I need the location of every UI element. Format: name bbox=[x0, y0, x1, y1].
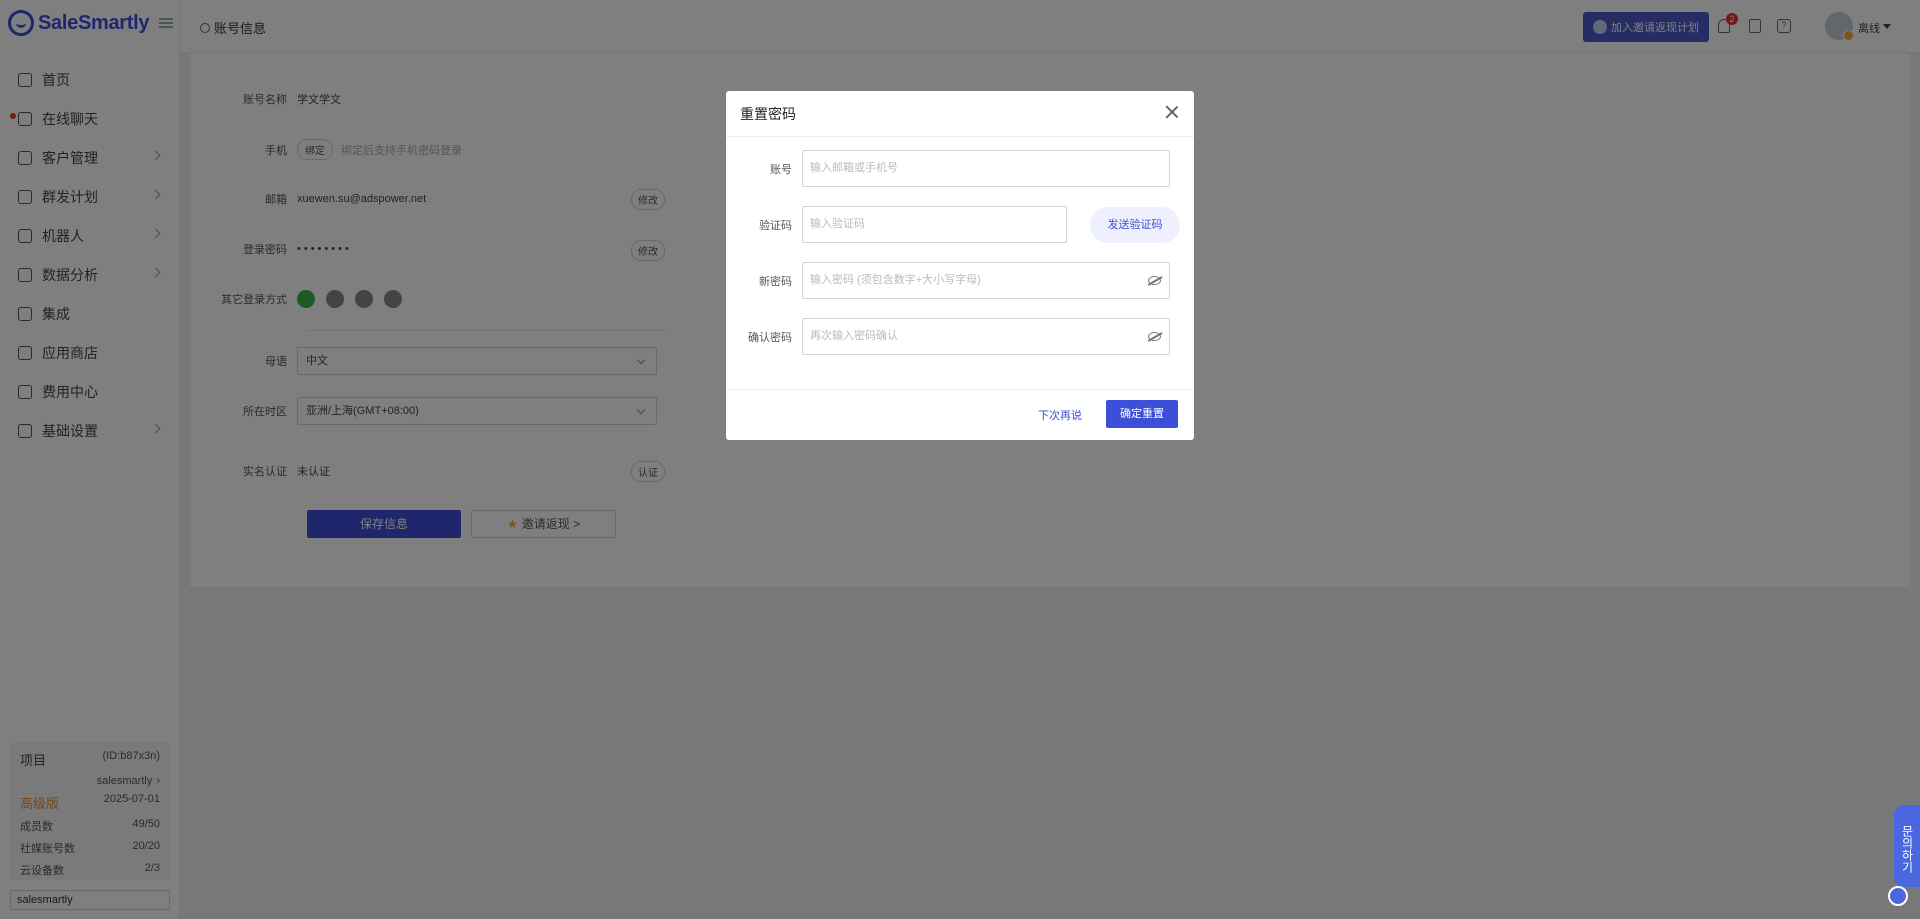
new-password-input[interactable]: 输入密码 (须包含数字+大小写字母) bbox=[802, 262, 1170, 299]
confirm-reset-button[interactable]: 确定重置 bbox=[1106, 400, 1178, 428]
account-label: 账号 bbox=[770, 163, 792, 176]
confirm-password-input[interactable]: 再次输入密码确认 bbox=[802, 318, 1170, 355]
eye-off-icon[interactable] bbox=[1148, 276, 1161, 285]
new-password-placeholder: 输入密码 (须包含数字+大小写字母) bbox=[810, 274, 981, 286]
modal-title: 重置密码 bbox=[740, 105, 796, 122]
later-button[interactable]: 下次再说 bbox=[1038, 407, 1082, 423]
code-label: 验证码 bbox=[759, 219, 792, 232]
modal-header: 重置密码 bbox=[726, 91, 1194, 137]
close-icon[interactable] bbox=[1164, 104, 1180, 120]
confirm-password-placeholder: 再次输入密码确认 bbox=[810, 330, 898, 342]
contact-us-tab[interactable]: 문의하기 bbox=[1894, 805, 1920, 887]
confirm-password-label: 确认密码 bbox=[748, 331, 792, 344]
modal-footer: 下次再说 确定重置 bbox=[726, 389, 1194, 440]
chat-bubble-icon[interactable] bbox=[1888, 886, 1908, 906]
send-code-button[interactable]: 发送验证码 bbox=[1090, 207, 1180, 243]
new-password-label: 新密码 bbox=[759, 275, 792, 288]
account-input[interactable]: 输入邮箱或手机号 bbox=[802, 150, 1170, 187]
eye-off-icon[interactable] bbox=[1148, 332, 1161, 341]
reset-password-modal: 重置密码 账号 输入邮箱或手机号 验证码 输入验证码 发送验证码 新密码 输入密… bbox=[726, 91, 1194, 440]
code-input[interactable]: 输入验证码 bbox=[802, 206, 1067, 243]
